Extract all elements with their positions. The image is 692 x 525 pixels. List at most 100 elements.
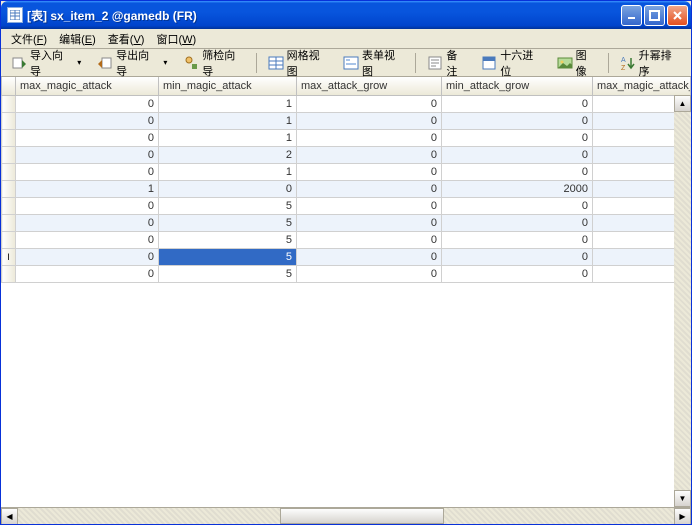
cell[interactable]: 0 bbox=[442, 129, 593, 146]
row-header[interactable] bbox=[2, 265, 16, 282]
cell[interactable]: 0 bbox=[16, 197, 159, 214]
cell[interactable]: 0 bbox=[442, 197, 593, 214]
cell[interactable]: 0 bbox=[442, 214, 593, 231]
column-header[interactable]: min_attack_grow bbox=[442, 77, 593, 95]
column-header[interactable]: max_attack_grow bbox=[297, 77, 442, 95]
row-header[interactable] bbox=[2, 129, 16, 146]
minimize-button[interactable] bbox=[621, 5, 642, 26]
row-header[interactable] bbox=[2, 231, 16, 248]
cell[interactable]: 1 bbox=[159, 112, 297, 129]
table-row[interactable]: 0500 bbox=[2, 214, 691, 231]
row-header[interactable]: I bbox=[2, 248, 16, 265]
cell[interactable]: 1 bbox=[159, 163, 297, 180]
row-header[interactable] bbox=[2, 163, 16, 180]
cell[interactable]: 1 bbox=[159, 95, 297, 112]
scroll-track[interactable] bbox=[18, 508, 674, 524]
image-button[interactable]: 图像 bbox=[551, 44, 603, 82]
cell[interactable]: 0 bbox=[442, 112, 593, 129]
table-row[interactable]: 0100 bbox=[2, 129, 691, 146]
scroll-right-button[interactable]: ▶ bbox=[674, 508, 691, 524]
import-wizard-button[interactable]: 导入向导 ▾ bbox=[5, 44, 89, 82]
dropdown-icon[interactable]: ▾ bbox=[75, 58, 83, 67]
table-row[interactable]: 0100 bbox=[2, 112, 691, 129]
column-header[interactable]: min_magic_attack bbox=[159, 77, 297, 95]
row-header[interactable] bbox=[2, 112, 16, 129]
export-wizard-button[interactable]: 导出向导 ▾ bbox=[91, 44, 175, 82]
cell[interactable]: 0 bbox=[16, 231, 159, 248]
cell[interactable]: 0 bbox=[442, 265, 593, 282]
cell[interactable]: 0 bbox=[16, 214, 159, 231]
table-row[interactable]: 1002000 bbox=[2, 180, 691, 197]
row-header[interactable] bbox=[2, 146, 16, 163]
cell[interactable]: 0 bbox=[16, 146, 159, 163]
table-row[interactable]: 0200 bbox=[2, 146, 691, 163]
column-header[interactable]: max_magic_attack bbox=[16, 77, 159, 95]
cell[interactable]: 0 bbox=[297, 146, 442, 163]
note-button[interactable]: 备注 bbox=[421, 44, 473, 82]
cell[interactable]: 2000 bbox=[442, 180, 593, 197]
cell[interactable]: 0 bbox=[297, 197, 442, 214]
cell[interactable]: 0 bbox=[297, 265, 442, 282]
table-row[interactable]: 0100 bbox=[2, 163, 691, 180]
row-header[interactable] bbox=[2, 180, 16, 197]
scroll-track[interactable] bbox=[674, 112, 691, 490]
column-header[interactable]: max_magic_attack_g bbox=[593, 77, 691, 95]
vertical-scrollbar[interactable]: ▲ ▼ bbox=[674, 95, 691, 507]
cell[interactable]: 0 bbox=[297, 214, 442, 231]
cell[interactable]: 2 bbox=[159, 146, 297, 163]
cell[interactable]: 0 bbox=[442, 146, 593, 163]
hex-button[interactable]: 十六进位 bbox=[475, 44, 548, 82]
cell[interactable]: 5 bbox=[159, 265, 297, 282]
horizontal-scrollbar[interactable]: ◀ ▶ bbox=[1, 507, 691, 524]
scroll-up-button[interactable]: ▲ bbox=[674, 95, 691, 112]
cell[interactable]: 5 bbox=[159, 231, 297, 248]
cell[interactable]: 0 bbox=[442, 163, 593, 180]
table-row[interactable]: 0500 bbox=[2, 265, 691, 282]
cell[interactable]: 0 bbox=[297, 248, 442, 265]
dropdown-icon[interactable]: ▾ bbox=[162, 58, 170, 67]
cell[interactable]: 0 bbox=[442, 95, 593, 112]
cell[interactable]: 0 bbox=[16, 248, 159, 265]
scroll-down-button[interactable]: ▼ bbox=[674, 490, 691, 507]
cell[interactable]: 5 bbox=[159, 197, 297, 214]
hex-icon bbox=[481, 55, 497, 71]
separator bbox=[415, 53, 416, 73]
titlebar[interactable]: [表] sx_item_2 @gamedb (FR) bbox=[1, 1, 691, 29]
cell[interactable]: 0 bbox=[442, 231, 593, 248]
form-view-button[interactable]: 表单视图 bbox=[337, 44, 410, 82]
table-row[interactable]: 0100 bbox=[2, 95, 691, 112]
cell[interactable]: 0 bbox=[297, 231, 442, 248]
cell[interactable]: 0 bbox=[442, 248, 593, 265]
cell[interactable]: 1 bbox=[16, 180, 159, 197]
cell[interactable]: 0 bbox=[297, 163, 442, 180]
cell[interactable]: 0 bbox=[297, 95, 442, 112]
cell[interactable]: 0 bbox=[16, 265, 159, 282]
svg-text:Z: Z bbox=[621, 65, 626, 71]
scroll-thumb[interactable] bbox=[280, 508, 444, 524]
cell[interactable]: 0 bbox=[16, 112, 159, 129]
cell[interactable]: 0 bbox=[297, 180, 442, 197]
table-row[interactable]: I0500 bbox=[2, 248, 691, 265]
scroll-left-button[interactable]: ◀ bbox=[1, 508, 18, 524]
corner-header[interactable] bbox=[2, 77, 16, 95]
grid-view-button[interactable]: 网格视图 bbox=[262, 44, 335, 82]
sort-asc-button[interactable]: AZ 升幂排序 bbox=[614, 44, 687, 82]
row-header[interactable] bbox=[2, 214, 16, 231]
table-row[interactable]: 0500 bbox=[2, 197, 691, 214]
row-header[interactable] bbox=[2, 197, 16, 214]
cell[interactable]: 0 bbox=[297, 129, 442, 146]
data-table[interactable]: max_magic_attackmin_magic_attackmax_atta… bbox=[1, 77, 691, 283]
cell[interactable]: 1 bbox=[159, 129, 297, 146]
cell[interactable]: 5 bbox=[159, 248, 297, 265]
close-button[interactable] bbox=[667, 5, 688, 26]
cell[interactable]: 0 bbox=[297, 112, 442, 129]
cell[interactable]: 5 bbox=[159, 214, 297, 231]
maximize-button[interactable] bbox=[644, 5, 665, 26]
cell[interactable]: 0 bbox=[16, 129, 159, 146]
filter-wizard-button[interactable]: 筛检向导 bbox=[177, 44, 250, 82]
row-header[interactable] bbox=[2, 95, 16, 112]
cell[interactable]: 0 bbox=[159, 180, 297, 197]
cell[interactable]: 0 bbox=[16, 163, 159, 180]
table-row[interactable]: 0500 bbox=[2, 231, 691, 248]
cell[interactable]: 0 bbox=[16, 95, 159, 112]
